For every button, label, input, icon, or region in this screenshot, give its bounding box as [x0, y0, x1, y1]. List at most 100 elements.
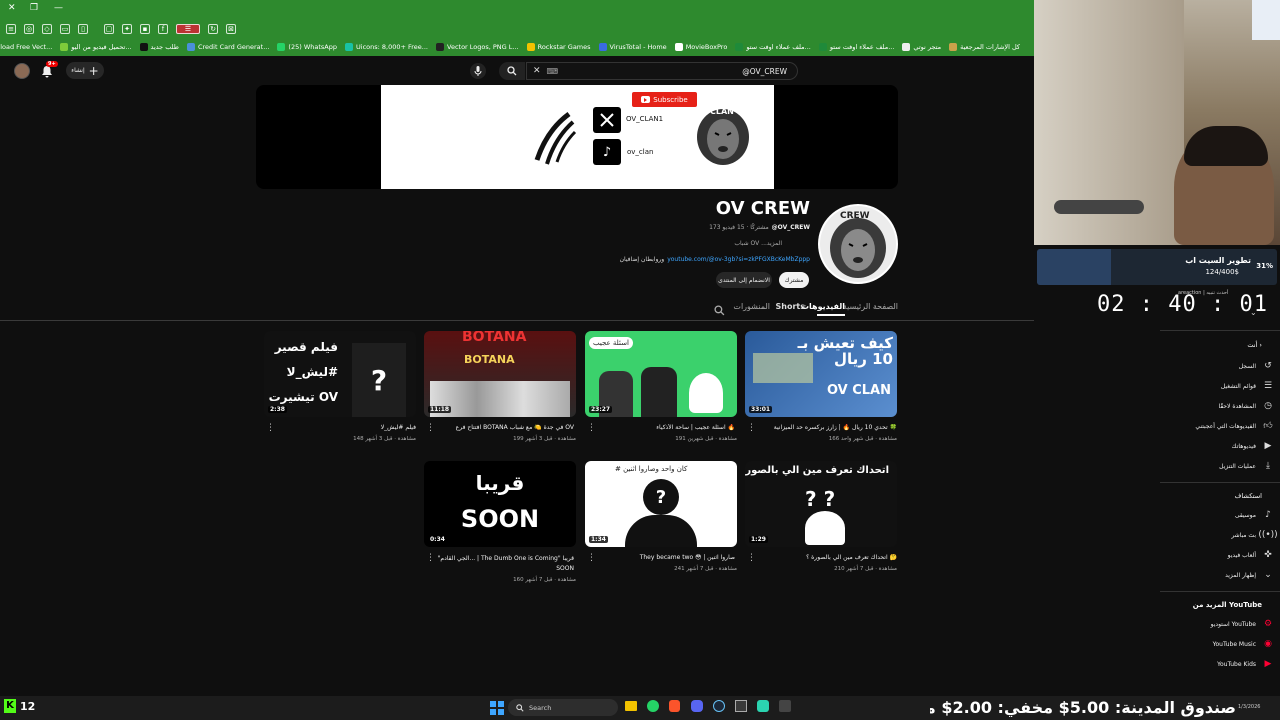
sidebar-item-playlists[interactable]: قوائم التشغيل ☰	[1221, 380, 1274, 392]
app-icon[interactable]	[757, 700, 769, 712]
sidebar-item-music[interactable]: موسيقى ♪	[1235, 509, 1274, 521]
app-grid-icon[interactable]	[735, 700, 747, 712]
tab-videos[interactable]: الفيديوهات	[801, 302, 845, 311]
image-icon[interactable]: ▭	[60, 24, 70, 34]
sidebar-item-music-app[interactable]: YouTube Music ◉	[1213, 638, 1274, 650]
video-thumbnail[interactable]: اسئلة عجيب 23:27	[585, 331, 737, 417]
avatar[interactable]	[14, 63, 30, 79]
lock-icon[interactable]: ▪	[140, 24, 150, 34]
channel-search-button[interactable]	[714, 301, 726, 316]
sidebar-item-liked[interactable]: الفيديوهات التي أعجبتني 👍︎	[1195, 420, 1274, 432]
chevron-down-icon[interactable]: ⌄	[1250, 308, 1257, 317]
video-thumbnail[interactable]: كيف تعيش بـ 10 ريال OV CLAN 33:01	[745, 331, 897, 417]
menu-icon[interactable]: ≡	[6, 24, 16, 34]
sidebar-item-watch-later[interactable]: المشاهدة لاحقًا ◷	[1218, 400, 1274, 412]
location-icon[interactable]: ◎	[24, 24, 34, 34]
bookmark-item[interactable]: VirusTotal - Home	[598, 43, 667, 51]
brave-browser-icon[interactable]	[669, 700, 680, 712]
thumb-question-figure	[689, 373, 723, 413]
bookmark-item[interactable]: Rockstar Games	[526, 43, 591, 51]
extension-icon[interactable]: ✦	[122, 24, 132, 34]
sidebar-item-downloads[interactable]: عمليات التنزيل ⤓	[1219, 460, 1274, 472]
bookmark-item[interactable]: تحميل فيديو من اليو...	[60, 43, 132, 51]
join-button[interactable]: الانضمام إلى المنتدى	[716, 272, 772, 288]
keyboard-icon[interactable]: ⌨	[547, 67, 559, 76]
video-thumbnail[interactable]: قريبا SOON 0:34	[424, 461, 576, 547]
video-title[interactable]: They became two 😳 | صاروا اثنين	[585, 554, 735, 561]
bookmark-item[interactable]: ملف عملاء اوفت ستو...	[735, 43, 811, 51]
bookmark-item[interactable]: Credit Card Generat...	[186, 43, 269, 51]
sidebar-item-kids[interactable]: YouTube Kids ▶	[1217, 658, 1274, 670]
video-meta: 210 مشاهدة · قبل 7 أشهر	[834, 566, 897, 572]
sidebar-item-live[interactable]: بث مباشر ((•))	[1231, 529, 1277, 541]
bookmark-item[interactable]: كل الإشارات المرجعية	[949, 43, 1020, 51]
steam-icon[interactable]	[713, 700, 725, 712]
search-input[interactable]: @OV_CREW	[742, 67, 787, 76]
voice-search-button[interactable]	[470, 63, 486, 79]
sidebar-item-gaming[interactable]: ألعاب فيديو ✜	[1228, 549, 1274, 561]
search-button[interactable]	[499, 62, 525, 80]
bookmark-item[interactable]: Download Free Vect...	[0, 43, 52, 51]
video-thumbnail[interactable]: اتحداك تعرف مين الي بالصورة ? ? 1:29	[745, 461, 897, 547]
tab-home[interactable]: الصفحة الرئيسية	[843, 302, 898, 311]
video-title[interactable]: فيلم #ليش_لا	[264, 424, 416, 431]
subscribed-button[interactable]: مشترك	[779, 272, 809, 288]
bookmark-item[interactable]: ملف عملاء اوفت ستو...	[818, 43, 894, 51]
copy-icon[interactable]: ▢	[104, 24, 114, 34]
whatsapp-icon[interactable]	[647, 700, 659, 712]
crop-icon[interactable]: ⊠	[226, 24, 236, 34]
video-menu-icon[interactable]: ⋮	[747, 424, 756, 433]
taskbar-search[interactable]: Search	[508, 699, 618, 716]
discord-icon[interactable]	[691, 700, 703, 712]
sidebar-item-history[interactable]: السجل ↺	[1239, 360, 1274, 372]
video-menu-icon[interactable]: ⋮	[747, 554, 756, 563]
restore-window-icon[interactable]: ❐	[30, 3, 38, 13]
bookmark-item[interactable]: Uicons: 8,000+ Free...	[345, 43, 428, 51]
terminal-icon[interactable]	[779, 700, 791, 712]
tab-shorts[interactable]: Shorts	[776, 302, 805, 311]
create-button[interactable]: إنشاء +	[66, 62, 104, 79]
search-box[interactable]: ✕ ⌨ @OV_CREW	[526, 62, 798, 80]
bookmark-item[interactable]: MovieBoxPro	[674, 43, 727, 51]
sidebar-you-header[interactable]: أنت ›	[1247, 341, 1262, 349]
video-title[interactable]: افتتاح فرع BOTANA في جدة 🍋 مع شباب OV	[424, 424, 574, 431]
bookmark-item[interactable]: Vector Logos, PNG L...	[436, 43, 519, 51]
bookmark-item[interactable]: (25) WhatsApp	[277, 43, 337, 51]
notifications-button[interactable]: 9+	[40, 61, 58, 78]
tab-posts[interactable]: المنشورات	[733, 302, 770, 311]
file-explorer-icon[interactable]	[625, 701, 637, 711]
sidebar-item-show-more[interactable]: إظهار المزيد ⌄	[1225, 569, 1274, 581]
app-icon[interactable]: f	[158, 24, 168, 34]
redo-icon[interactable]: ↻	[208, 24, 218, 34]
video-menu-icon[interactable]: ⋮	[426, 554, 435, 563]
video-menu-icon[interactable]: ⋮	[426, 424, 435, 433]
video-menu-icon[interactable]: ⋮	[587, 554, 596, 563]
video-title[interactable]: اسئلة عجيب | ساحة الأذكياء 🔥	[585, 424, 735, 431]
close-window-icon[interactable]: ✕	[8, 3, 16, 13]
sidebar-item-studio[interactable]: استوديو YouTube ⚙	[1211, 618, 1274, 630]
channel-description[interactable]: شباب OV ...المزيد	[734, 240, 782, 247]
clear-search-icon[interactable]: ✕	[533, 66, 541, 76]
avatar-text: CREW	[840, 211, 870, 221]
bookmark-favicon	[818, 43, 827, 51]
ext-badge-icon[interactable]: ☰	[176, 24, 200, 34]
sidebar-item-your-videos[interactable]: فيديوهاتك ▶	[1232, 440, 1274, 452]
bookmark-item[interactable]: متجر نوتي	[902, 43, 941, 51]
video-title[interactable]: "الجي القادم... | The Dumb One is Coming…	[424, 554, 574, 574]
tag-icon[interactable]: ◇	[42, 24, 52, 34]
video-menu-icon[interactable]: ⋮	[587, 424, 596, 433]
windows-start-icon[interactable]	[490, 700, 504, 715]
video-thumbnail[interactable]: فيلم قصير #ليش_لا تيشيرت OV ? 2:38	[264, 331, 416, 417]
channel-link[interactable]: youtube.com/@ov-3gb?si=zkPFGXBcKeMbZppp	[667, 256, 810, 263]
minimize-window-icon[interactable]: —	[54, 3, 63, 13]
sidebar-icon[interactable]: ▯	[78, 24, 88, 34]
video-thumbnail[interactable]: # كان واحد وصاروا اثنين ? 1:34	[585, 461, 737, 547]
video-menu-icon[interactable]: ⋮	[266, 424, 275, 433]
channel-more-links[interactable]: وروابطان إضافيان	[620, 256, 665, 263]
video-thumbnail[interactable]: BOTANA BOTANA 11:18	[424, 331, 576, 417]
video-title[interactable]: اتحداك تعرف مين الي بالصورة ؟ 🤔	[745, 554, 897, 561]
bookmark-item[interactable]: طلب جديد	[139, 43, 179, 51]
video-title[interactable]: تحدي 10 ريال 🔥 | زارز بركسره حد الميزاني…	[745, 424, 897, 431]
channel-avatar[interactable]: CREW	[818, 204, 898, 284]
x-handle: OV_CLAN1	[626, 115, 664, 123]
